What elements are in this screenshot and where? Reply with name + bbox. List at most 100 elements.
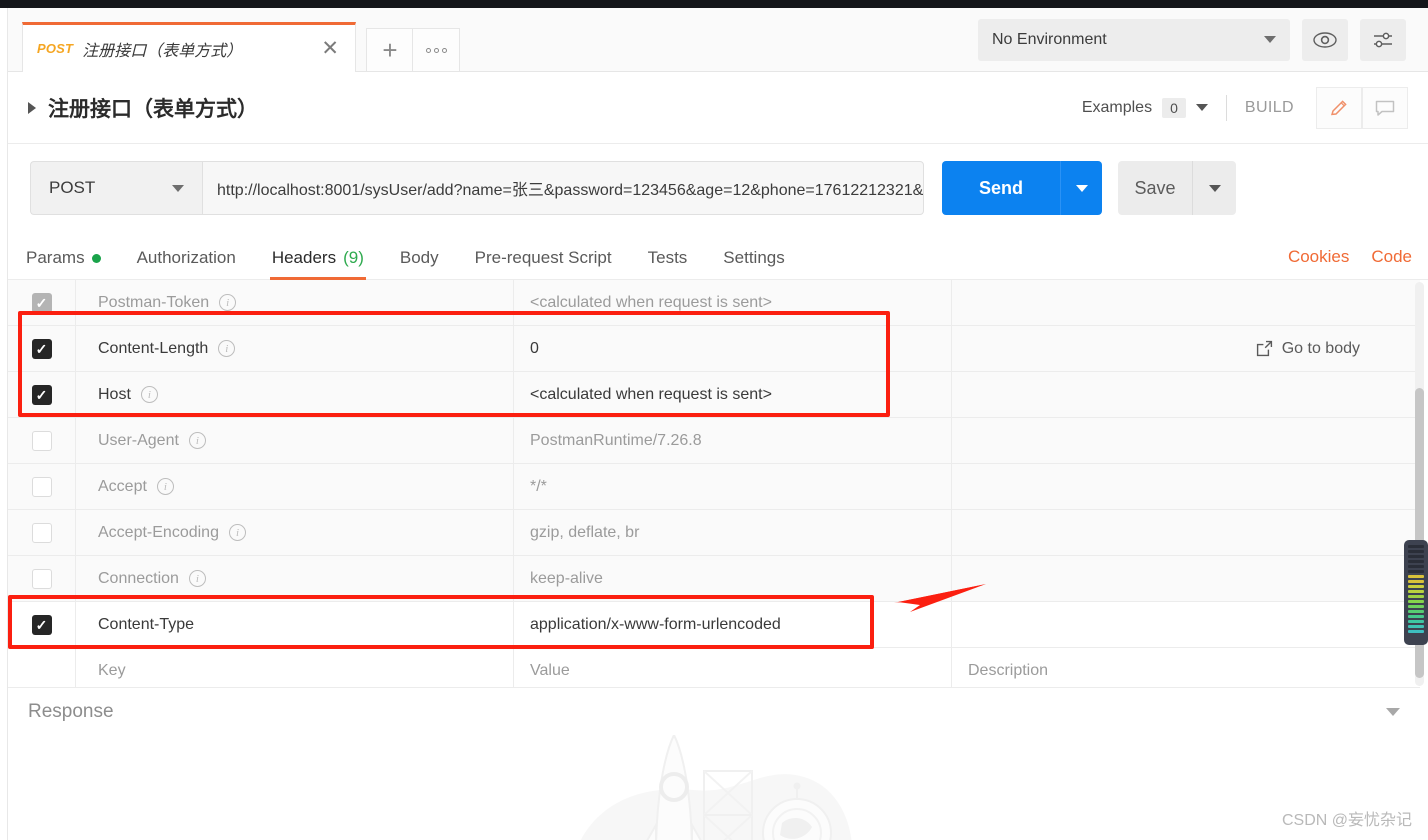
- examples-control[interactable]: Examples 0: [1081, 97, 1208, 118]
- eye-icon[interactable]: [1302, 18, 1348, 61]
- header-key-text: Accept-Encoding: [98, 523, 219, 541]
- info-icon[interactable]: i: [219, 294, 237, 311]
- tab-body[interactable]: Body: [400, 248, 439, 280]
- header-key-cell[interactable]: User-Agent i: [76, 418, 514, 463]
- tab-tests[interactable]: Tests: [648, 248, 688, 280]
- header-key-text: Postman-Token: [98, 293, 210, 311]
- cookies-link[interactable]: Cookies: [1288, 247, 1349, 267]
- header-key-text: Content-Length: [98, 339, 209, 357]
- modified-dot-icon: [91, 253, 101, 263]
- header-description-cell[interactable]: [952, 556, 1420, 601]
- header-key-cell[interactable]: Content-Type: [76, 602, 514, 647]
- checkbox-unchecked[interactable]: [31, 522, 52, 543]
- header-value-text: */*: [530, 477, 547, 495]
- examples-count-badge: 0: [1162, 97, 1186, 118]
- header-value-cell[interactable]: application/x-www-form-urlencoded: [514, 602, 952, 647]
- header-description-cell[interactable]: [952, 602, 1420, 647]
- ellipsis-icon[interactable]: [412, 28, 460, 72]
- header-description-cell[interactable]: Go to body: [952, 326, 1420, 371]
- chevron-down-icon: [172, 184, 184, 192]
- header-description-cell[interactable]: [952, 464, 1420, 509]
- header-value-cell[interactable]: PostmanRuntime/7.26.8: [514, 418, 952, 463]
- request-tab-active[interactable]: POST 注册接口（表单方式） ✕: [22, 22, 356, 72]
- save-options-caret[interactable]: [1192, 161, 1236, 215]
- checkbox-checked[interactable]: ✓: [31, 614, 52, 635]
- header-value-cell[interactable]: <calculated when request is sent>: [514, 372, 952, 417]
- tab-pre-request-script[interactable]: Pre-request Script: [475, 248, 612, 280]
- go-to-body-link[interactable]: Go to body: [968, 340, 1420, 358]
- header-value-cell[interactable]: gzip, deflate, br: [514, 510, 952, 555]
- expand-triangle-icon[interactable]: [28, 101, 36, 114]
- url-input[interactable]: http://localhost:8001/sysUser/add?name=张…: [202, 161, 924, 215]
- table-row[interactable]: ✓ Host i <calculated when request is sent>: [8, 372, 1420, 418]
- http-method-select[interactable]: POST: [30, 161, 202, 215]
- send-button[interactable]: Send: [942, 161, 1102, 215]
- table-row[interactable]: User-Agent i PostmanRuntime/7.26.8: [8, 418, 1420, 464]
- checkbox-checked-disabled[interactable]: ✓: [31, 292, 52, 313]
- send-button-label: Send: [942, 161, 1060, 215]
- header-key-cell[interactable]: Connection i: [76, 556, 514, 601]
- tab-label: Body: [399, 248, 439, 267]
- environment-select[interactable]: No Environment: [978, 18, 1290, 61]
- tab-title-label: 注册接口（表单方式）: [82, 42, 243, 60]
- save-button[interactable]: Save: [1118, 161, 1236, 215]
- caret-down-icon[interactable]: [1386, 707, 1400, 716]
- header-description-cell[interactable]: [952, 510, 1420, 555]
- tab-headers[interactable]: Headers (9): [269, 248, 366, 280]
- checkbox-checked[interactable]: ✓: [31, 338, 52, 359]
- equalizer-overlay-widget[interactable]: [1404, 540, 1428, 645]
- build-label[interactable]: BUILD: [1245, 99, 1294, 117]
- tab-settings[interactable]: Settings: [723, 248, 784, 280]
- header-value-cell[interactable]: 0: [514, 326, 952, 371]
- sliders-icon[interactable]: [1360, 18, 1406, 61]
- header-value-cell[interactable]: keep-alive: [514, 556, 952, 601]
- equalizer-bar: [1408, 605, 1424, 608]
- plus-icon[interactable]: +: [366, 28, 414, 72]
- info-icon[interactable]: i: [218, 340, 236, 357]
- header-key-text: Key: [98, 661, 126, 679]
- header-value-cell[interactable]: <calculated when request is sent>: [514, 280, 952, 325]
- info-icon[interactable]: i: [156, 478, 174, 495]
- header-description-cell[interactable]: [952, 372, 1420, 417]
- request-tabs-right-links: Cookies Code: [1288, 247, 1412, 267]
- table-row[interactable]: Accept i */*: [8, 464, 1420, 510]
- header-description-cell[interactable]: [952, 418, 1420, 463]
- header-description-cell[interactable]: [952, 280, 1420, 325]
- checkbox-unchecked[interactable]: [31, 430, 52, 451]
- checkbox-checked[interactable]: ✓: [31, 384, 52, 405]
- chevron-down-icon: [1264, 36, 1276, 43]
- checkbox-unchecked[interactable]: [31, 568, 52, 589]
- checkbox-unchecked[interactable]: [31, 476, 52, 497]
- row-checkbox-cell: [8, 556, 76, 601]
- header-value-cell[interactable]: */*: [514, 464, 952, 509]
- save-button-label: Save: [1118, 161, 1192, 215]
- comment-icon[interactable]: [1362, 86, 1408, 129]
- info-icon[interactable]: i: [140, 386, 158, 403]
- info-icon[interactable]: i: [228, 524, 246, 541]
- table-row[interactable]: ✓ Content-Length i 0 Go to body: [8, 326, 1420, 372]
- send-options-caret[interactable]: [1060, 161, 1102, 215]
- table-row[interactable]: ✓ Postman-Token i <calculated when request …: [8, 280, 1420, 326]
- header-key-cell[interactable]: Accept i: [76, 464, 514, 509]
- pencil-icon[interactable]: [1316, 86, 1362, 129]
- close-icon[interactable]: ✕: [319, 38, 341, 59]
- examples-label: Examples: [1081, 98, 1153, 116]
- code-link[interactable]: Code: [1371, 247, 1412, 267]
- response-empty-state: [8, 735, 1420, 840]
- table-row[interactable]: ✓ Content-Type application/x-www-form-urle…: [8, 602, 1420, 648]
- equalizer-bar: [1408, 565, 1424, 568]
- table-row[interactable]: Connection i keep-alive: [8, 556, 1420, 602]
- chevron-down-icon[interactable]: [1195, 104, 1208, 111]
- header-key-cell[interactable]: Accept-Encoding i: [76, 510, 514, 555]
- header-key-cell[interactable]: Postman-Token i: [76, 280, 514, 325]
- equalizer-bar: [1408, 555, 1424, 558]
- info-icon[interactable]: i: [188, 432, 206, 449]
- request-tabs: Params Authorization Headers (9) Body Pre-req…: [8, 232, 1428, 280]
- table-row[interactable]: Accept-Encoding i gzip, deflate, br: [8, 510, 1420, 556]
- equalizer-bar: [1408, 625, 1424, 628]
- header-key-cell[interactable]: Host i: [76, 372, 514, 417]
- tab-authorization[interactable]: Authorization: [137, 248, 236, 280]
- header-key-cell[interactable]: Content-Length i: [76, 326, 514, 371]
- info-icon[interactable]: i: [188, 570, 206, 587]
- tab-params[interactable]: Params: [26, 248, 101, 280]
